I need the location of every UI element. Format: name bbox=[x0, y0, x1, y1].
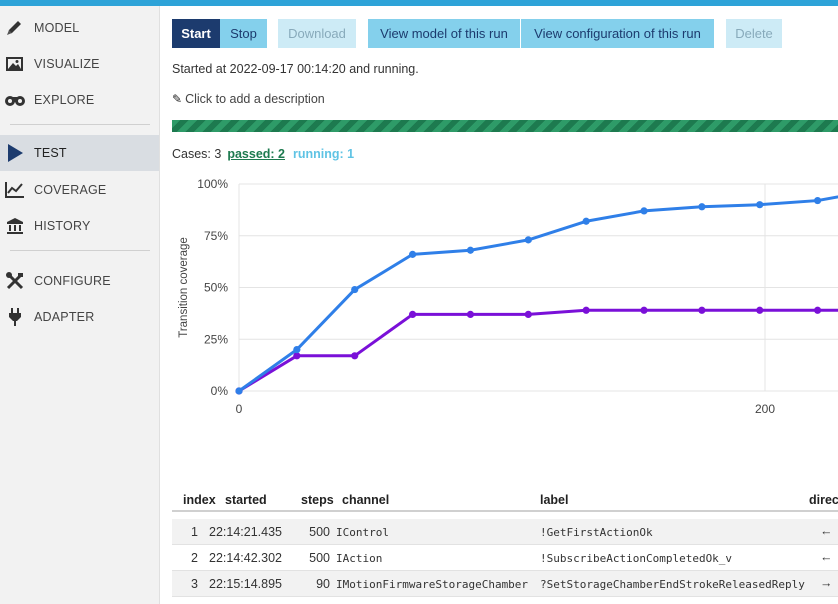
sidebar: MODEL VISUALIZE EXPLORE TEST COVERAGE HI… bbox=[0, 6, 160, 604]
cell-label: !SubscribeActionCompletedOk_v bbox=[540, 552, 733, 565]
sidebar-item-label: ADAPTER bbox=[34, 310, 95, 324]
x-tick-label: 200 bbox=[755, 402, 775, 416]
y-tick-label: 100% bbox=[197, 177, 228, 191]
data-point bbox=[640, 207, 648, 215]
data-point bbox=[466, 310, 475, 319]
cell-started: 22:14:42.302 bbox=[209, 551, 282, 565]
data-point bbox=[814, 306, 822, 314]
data-point bbox=[408, 250, 417, 258]
data-point bbox=[698, 203, 706, 211]
coverage-chart: 100% 75% 50% 25% 0% 0 200 Transition coverage bbox=[178, 177, 838, 416]
cell-channel: IMotionFirmwareStorageChamber bbox=[336, 578, 529, 591]
sidebar-item-label: CONFIGURE bbox=[34, 274, 111, 288]
data-point bbox=[293, 352, 301, 360]
tools-icon bbox=[6, 272, 24, 290]
main-panel: Start Stop Download View model of this r… bbox=[160, 6, 838, 604]
x-tick-label: 0 bbox=[236, 402, 243, 416]
data-point bbox=[698, 306, 706, 314]
column-header-direction[interactable]: direc bbox=[809, 493, 838, 507]
data-point bbox=[756, 201, 764, 209]
y-tick-label: 75% bbox=[204, 229, 228, 243]
cell-direction: ← bbox=[820, 524, 833, 538]
data-point bbox=[351, 352, 359, 360]
data-point bbox=[293, 346, 301, 354]
column-header-index[interactable]: index bbox=[183, 493, 216, 507]
cell-steps: 500 bbox=[309, 551, 330, 565]
data-point bbox=[756, 306, 764, 314]
cell-label: ?SetStorageChamberEndStrokeReleasedReply bbox=[540, 578, 805, 591]
cell-direction: ← bbox=[820, 550, 833, 564]
data-point bbox=[582, 306, 590, 314]
sidebar-item-label: EXPLORE bbox=[34, 93, 95, 107]
cell-steps: 90 bbox=[316, 577, 330, 591]
table-row[interactable]: 3 22:15:14.895 90 IMotionFirmwareStorage… bbox=[172, 571, 838, 597]
y-tick-label: 0% bbox=[211, 384, 229, 398]
cell-started: 22:14:21.435 bbox=[209, 525, 282, 539]
sidebar-item-label: TEST bbox=[34, 146, 67, 160]
bank-icon bbox=[7, 218, 23, 234]
sidebar-item-explore[interactable]: EXPLORE bbox=[0, 82, 159, 118]
sidebar-item-model[interactable]: MODEL bbox=[0, 10, 159, 46]
y-tick-label: 25% bbox=[204, 332, 228, 346]
table-row[interactable]: 2 22:14:42.302 500 IAction !SubscribeAct… bbox=[172, 545, 838, 571]
cell-channel: IControl bbox=[336, 526, 389, 539]
series-line bbox=[238, 308, 838, 393]
image-icon bbox=[6, 57, 23, 71]
plug-icon bbox=[9, 308, 21, 326]
cell-direction: → bbox=[820, 576, 833, 590]
cell-channel: IAction bbox=[336, 552, 383, 565]
play-icon bbox=[8, 144, 23, 162]
data-point bbox=[235, 387, 243, 395]
sidebar-item-label: VISUALIZE bbox=[34, 57, 100, 71]
data-point bbox=[582, 217, 590, 225]
sidebar-item-test[interactable]: TEST bbox=[0, 135, 159, 171]
data-point bbox=[351, 285, 359, 294]
line-chart-icon bbox=[5, 182, 24, 198]
sidebar-item-visualize[interactable]: VISUALIZE bbox=[0, 46, 159, 82]
sidebar-item-configure[interactable]: CONFIGURE bbox=[0, 263, 159, 299]
series-line bbox=[238, 195, 838, 393]
binoculars-icon bbox=[5, 96, 25, 106]
cell-started: 22:15:14.895 bbox=[209, 577, 282, 591]
sidebar-divider bbox=[10, 250, 150, 251]
table-row[interactable]: 1 22:14:21.435 500 IControl !GetFirstAct… bbox=[172, 519, 838, 545]
data-point bbox=[408, 310, 417, 319]
cell-label: !GetFirstActionOk bbox=[540, 526, 653, 539]
sidebar-item-history[interactable]: HISTORY bbox=[0, 208, 159, 244]
column-header-channel[interactable]: channel bbox=[342, 493, 389, 507]
cell-index: 2 bbox=[191, 551, 198, 565]
table-header: index started steps channel label direc bbox=[172, 490, 838, 512]
data-point bbox=[466, 246, 475, 254]
data-point bbox=[814, 196, 822, 205]
data-point bbox=[524, 236, 532, 244]
pencil-icon bbox=[7, 21, 21, 35]
cell-steps: 500 bbox=[309, 525, 330, 539]
data-point bbox=[640, 306, 648, 314]
sidebar-item-label: MODEL bbox=[34, 21, 80, 35]
cell-index: 1 bbox=[191, 525, 198, 539]
column-header-started[interactable]: started bbox=[225, 493, 267, 507]
sidebar-divider bbox=[10, 124, 150, 125]
column-header-steps[interactable]: steps bbox=[301, 493, 334, 507]
y-tick-label: 50% bbox=[204, 281, 228, 295]
y-axis-label: Transition coverage bbox=[178, 237, 190, 338]
cell-index: 3 bbox=[191, 577, 198, 591]
data-point bbox=[524, 310, 532, 319]
sidebar-item-adapter[interactable]: ADAPTER bbox=[0, 299, 159, 335]
sidebar-item-label: HISTORY bbox=[34, 219, 91, 233]
column-header-label[interactable]: label bbox=[540, 493, 569, 507]
sidebar-item-label: COVERAGE bbox=[34, 183, 107, 197]
sidebar-item-coverage[interactable]: COVERAGE bbox=[0, 172, 159, 208]
